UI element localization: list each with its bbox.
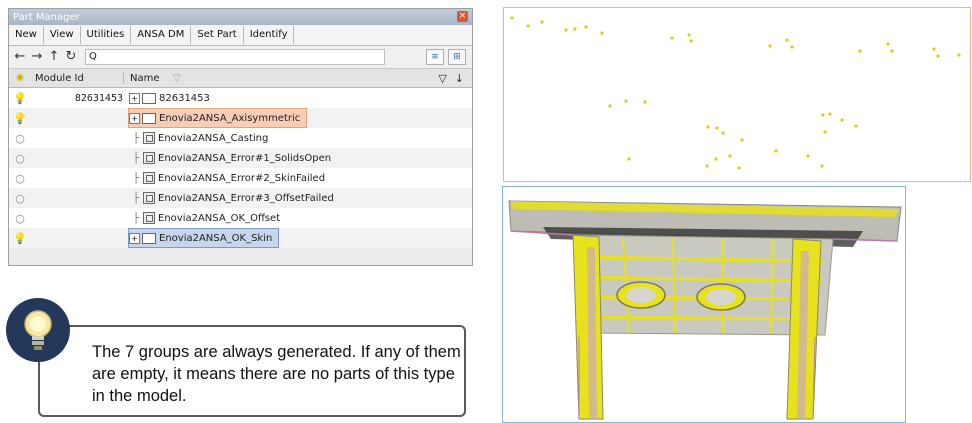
folder-icon [142, 232, 156, 244]
part-icon [143, 172, 155, 184]
name-cell[interactable]: + Enovia2ANSA_OK_Skin [127, 228, 280, 248]
expand-icon[interactable]: + [129, 232, 140, 244]
module-id-cell: 82631453 [74, 92, 123, 104]
window-title: Part Manager [13, 11, 80, 23]
folder-icon [142, 112, 156, 124]
forward-arrow-icon[interactable]: → [30, 49, 44, 65]
row-label: Enovia2ANSA_Axisymmetric [159, 112, 301, 124]
lightbulb-on-icon[interactable]: 💡 [9, 112, 31, 125]
sort-icon: ▽ [172, 72, 181, 84]
folder-icon [142, 92, 156, 104]
tree-connector: ├ [132, 132, 140, 144]
viewport-points[interactable] [503, 7, 971, 182]
row-label: 82631453 [159, 92, 210, 104]
expand-icon[interactable]: + [129, 92, 140, 104]
menu-view[interactable]: View [44, 26, 81, 44]
lightbulb-on-icon[interactable]: 💡 [9, 232, 31, 245]
table-row[interactable]: 💡 + Enovia2ANSA_Axisymmetric [9, 108, 472, 128]
tree-connector: ├ [132, 192, 140, 204]
expand-icon[interactable]: + [129, 112, 140, 124]
tree-connector: ├ [132, 172, 140, 184]
tree-view-icon[interactable]: ⊞ [448, 49, 466, 65]
lightbulb-off-icon[interactable]: ○ [9, 152, 31, 165]
column-header-row: ✺ Module Id Name ▽ ▽ ↓ [9, 69, 472, 88]
table-row[interactable]: 💡 82631453 + 82631453 [9, 88, 472, 108]
menu-set-part[interactable]: Set Part [191, 26, 244, 44]
column-module-id[interactable]: Module Id [31, 72, 124, 84]
sort-down-icon[interactable]: ↓ [455, 72, 464, 85]
part-icon [143, 212, 155, 224]
column-name[interactable]: Name ▽ [124, 73, 438, 84]
lightbulb-icon [6, 298, 70, 362]
close-icon[interactable]: × [457, 11, 468, 22]
callout-text: The 7 groups are always generated. If an… [92, 343, 461, 405]
row-label: Enovia2ANSA_Error#2_SkinFailed [158, 172, 326, 184]
back-arrow-icon[interactable]: ← [13, 49, 27, 65]
search-icon: Q [89, 51, 97, 62]
viewport-mesh-model[interactable] [502, 186, 906, 423]
points-canvas [510, 16, 961, 170]
menu-new[interactable]: New [9, 26, 44, 44]
menu-bar: New View Utilities ANSA DM Set Part Iden… [9, 25, 472, 46]
row-label: Enovia2ANSA_Casting [158, 132, 269, 144]
menu-identify[interactable]: Identify [244, 26, 295, 44]
lightbulb-on-icon[interactable]: 💡 [9, 92, 31, 105]
tree-connector: ├ [132, 212, 140, 224]
list-view-icon[interactable]: ≡ [426, 49, 444, 65]
table-row[interactable]: 💡 + Enovia2ANSA_OK_Skin [9, 228, 472, 248]
name-cell[interactable]: ├ Enovia2ANSA_Casting [129, 129, 274, 147]
filter-icon[interactable]: ▽ [438, 72, 446, 85]
lightbulb-off-icon[interactable]: ○ [9, 192, 31, 205]
table-row[interactable]: ○ ├ Enovia2ANSA_Error#3_OffsetFailed [9, 188, 472, 208]
part-icon [143, 192, 155, 204]
menu-utilities[interactable]: Utilities [81, 26, 132, 44]
table-row[interactable]: ○ ├ Enovia2ANSA_Error#2_SkinFailed [9, 168, 472, 188]
lightbulb-off-icon[interactable]: ○ [9, 132, 31, 145]
table-row[interactable]: ○ ├ Enovia2ANSA_Casting [9, 128, 472, 148]
name-cell[interactable]: ├ Enovia2ANSA_Error#2_SkinFailed [129, 169, 331, 187]
row-label: Enovia2ANSA_OK_Offset [158, 212, 281, 224]
toolbar: ← → ↑ ↻ Q ≡ ⊞ [9, 46, 472, 69]
info-callout: The 7 groups are always generated. If an… [38, 325, 466, 417]
name-cell[interactable]: + 82631453 [129, 89, 216, 107]
part-manager-window: Part Manager × New View Utilities ANSA D… [8, 8, 473, 266]
part-icon [143, 152, 155, 164]
part-tree: 💡 82631453 + 82631453 💡 + Enovia2ANSA_Ax… [9, 88, 472, 248]
name-cell[interactable]: + Enovia2ANSA_Axisymmetric [127, 108, 308, 128]
name-cell[interactable]: ├ Enovia2ANSA_Error#3_OffsetFailed [129, 189, 340, 207]
name-cell[interactable]: ├ Enovia2ANSA_Error#1_SolidsOpen [129, 149, 337, 167]
row-label: Enovia2ANSA_Error#3_OffsetFailed [158, 192, 334, 204]
name-cell[interactable]: ├ Enovia2ANSA_OK_Offset [129, 209, 286, 227]
column-name-label: Name [130, 72, 160, 84]
visibility-header-icon[interactable]: ✺ [9, 73, 31, 84]
part-icon [143, 132, 155, 144]
refresh-icon[interactable]: ↻ [64, 49, 78, 65]
table-row[interactable]: ○ ├ Enovia2ANSA_Error#1_SolidsOpen [9, 148, 472, 168]
row-label: Enovia2ANSA_OK_Skin [159, 232, 273, 244]
row-label: Enovia2ANSA_Error#1_SolidsOpen [158, 152, 332, 164]
menu-ansa-dm[interactable]: ANSA DM [131, 26, 192, 44]
lightbulb-off-icon[interactable]: ○ [9, 172, 31, 185]
tree-connector: ├ [132, 152, 140, 164]
part-manager-titlebar: Part Manager × [9, 9, 472, 25]
up-arrow-icon[interactable]: ↑ [47, 49, 61, 65]
mesh-model-canvas [508, 200, 902, 420]
lightbulb-off-icon[interactable]: ○ [9, 212, 31, 225]
search-input[interactable]: Q [85, 49, 385, 65]
table-row[interactable]: ○ ├ Enovia2ANSA_OK_Offset [9, 208, 472, 228]
